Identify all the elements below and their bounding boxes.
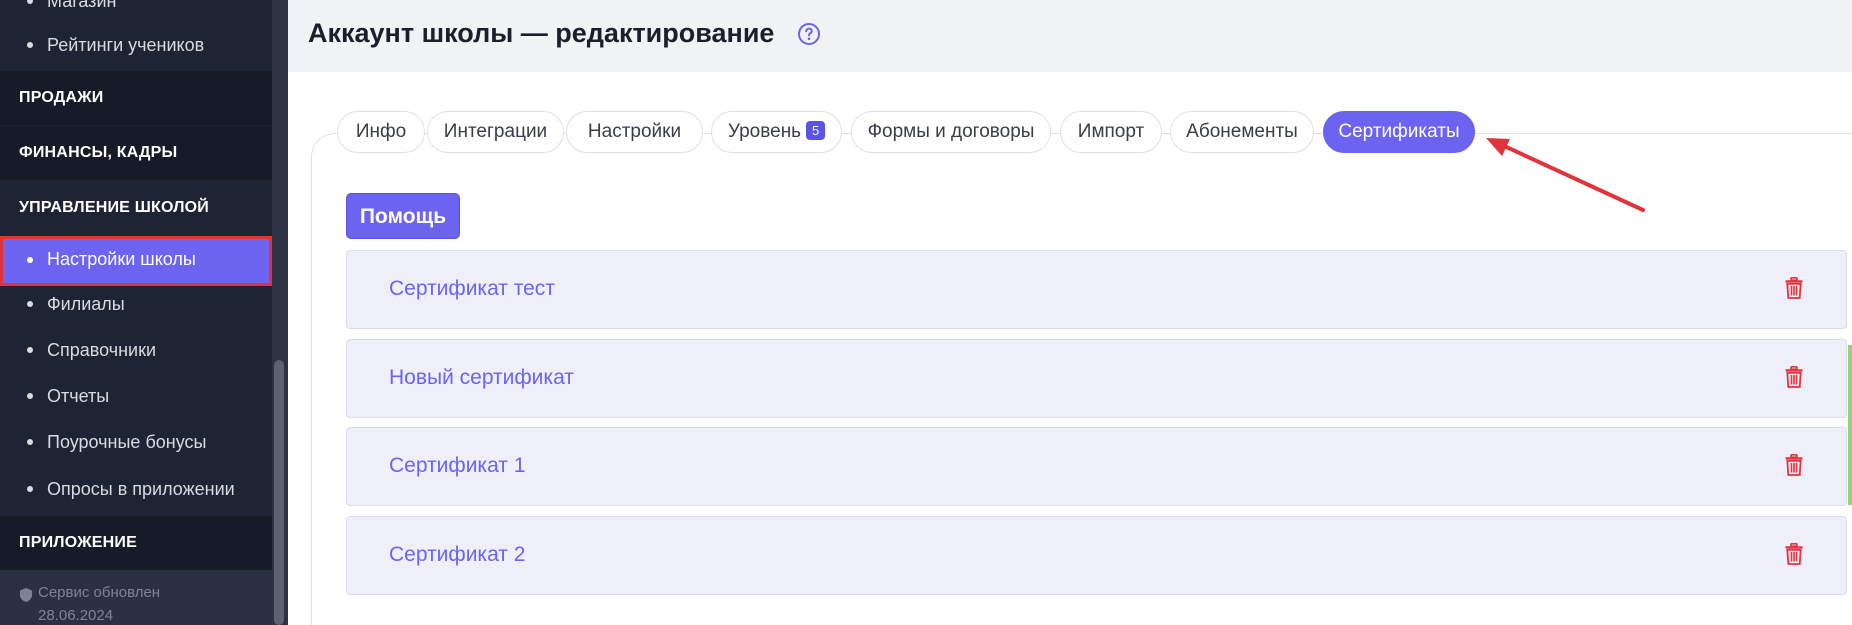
tab-label: Абонементы <box>1186 121 1298 142</box>
sidebar-item-school-settings[interactable]: Настройки школы <box>0 236 272 286</box>
tab-subscriptions[interactable]: Абонементы <box>1170 111 1314 153</box>
certificate-row[interactable]: Сертификат 2 <box>346 516 1847 595</box>
trash-icon[interactable] <box>1785 366 1803 388</box>
question-circle-icon[interactable] <box>797 22 821 46</box>
sidebar-item-label: Справочники <box>47 340 157 360</box>
sidebar-section-label: ПРИЛОЖЕНИЕ <box>19 534 137 551</box>
tab-label: Настройки <box>587 121 682 142</box>
tab-label: Сертификаты <box>1338 121 1460 142</box>
tab-label: Интеграции <box>443 121 548 142</box>
sidebar-section-sales[interactable]: ПРОДАЖИ <box>0 71 272 125</box>
tab-import[interactable]: Импорт <box>1060 111 1162 153</box>
certificate-name[interactable]: Сертификат 1 <box>389 454 525 478</box>
tab-label: Инфо <box>355 121 407 142</box>
sidebar-item-label: Настройки школы <box>47 249 196 269</box>
trash-icon[interactable] <box>1785 543 1803 565</box>
sidebar-item-shop[interactable]: Магазин <box>0 0 272 24</box>
tab-certificates[interactable]: Сертификаты <box>1323 111 1475 153</box>
tab-label: Формы и договоры <box>867 121 1035 142</box>
annotation-arrow-icon <box>1486 138 1645 212</box>
sidebar-section-label: ПРОДАЖИ <box>19 89 104 106</box>
sidebar-item-label: Опросы в приложении <box>47 479 235 499</box>
sidebar-item-app-surveys[interactable]: Опросы в приложении <box>0 466 272 512</box>
sidebar-section-label: ФИНАНСЫ, КАДРЫ <box>19 144 178 161</box>
bullet-icon <box>27 257 33 263</box>
certificate-row[interactable]: Новый сертификат <box>346 339 1847 418</box>
sidebar: Магазин Рейтинги учеников ПРОДАЖИ ФИНАНС… <box>0 0 288 625</box>
sidebar-section-label: УПРАВЛЕНИЕ ШКОЛОЙ <box>19 199 209 216</box>
level-badge: 5 <box>806 121 826 140</box>
sidebar-item-reports[interactable]: Отчеты <box>0 373 272 419</box>
sidebar-scrollbar-thumb[interactable] <box>274 360 284 625</box>
tab-settings[interactable]: Настройки <box>566 111 703 153</box>
bullet-icon <box>27 393 33 399</box>
right-edge-accent <box>1848 345 1852 505</box>
sidebar-item-label: Магазин <box>47 0 117 11</box>
bullet-icon <box>27 486 33 492</box>
service-update-note: Сервис обновлен 28.06.2024 <box>0 570 272 625</box>
bullet-icon <box>27 301 33 307</box>
bullet-icon <box>27 0 33 4</box>
sidebar-item-student-ratings[interactable]: Рейтинги учеников <box>0 22 272 68</box>
shield-icon <box>20 588 32 602</box>
service-update-date: 28.06.2024 <box>38 607 114 624</box>
tab-level[interactable]: Уровень 5 <box>711 111 842 153</box>
sidebar-item-label: Поурочные бонусы <box>47 432 207 452</box>
service-update-text: Сервис обновлен <box>38 584 161 601</box>
bullet-icon <box>27 42 33 48</box>
bullet-icon <box>27 439 33 445</box>
sidebar-item-lesson-bonuses[interactable]: Поурочные бонусы <box>0 419 272 465</box>
sidebar-item-label: Отчеты <box>47 386 110 406</box>
page-title: Аккаунт школы — редактирование <box>308 18 775 48</box>
certificate-row[interactable]: Сертификат тест <box>346 250 1847 329</box>
trash-icon[interactable] <box>1785 454 1803 476</box>
tab-info[interactable]: Инфо <box>337 111 425 153</box>
trash-icon[interactable] <box>1785 277 1803 299</box>
certificate-name[interactable]: Новый сертификат <box>389 366 574 390</box>
sidebar-section-school-management[interactable]: УПРАВЛЕНИЕ ШКОЛОЙ <box>0 181 272 235</box>
tab-label: Уровень <box>727 121 802 142</box>
help-button[interactable]: Помощь <box>346 193 460 239</box>
sidebar-section-app[interactable]: ПРИЛОЖЕНИЕ <box>0 516 272 570</box>
certificate-name[interactable]: Сертификат тест <box>389 277 555 301</box>
sidebar-item-branches[interactable]: Филиалы <box>0 281 272 327</box>
tab-label: Импорт <box>1077 121 1145 142</box>
certificate-name[interactable]: Сертификат 2 <box>389 543 525 567</box>
sidebar-item-label: Рейтинги учеников <box>47 35 205 55</box>
certificate-row[interactable]: Сертификат 1 <box>346 427 1847 506</box>
tab-integrations[interactable]: Интеграции <box>427 111 564 153</box>
bullet-icon <box>27 347 33 353</box>
sidebar-item-label: Филиалы <box>47 294 125 314</box>
sidebar-section-finance[interactable]: ФИНАНСЫ, КАДРЫ <box>0 126 272 180</box>
tab-forms-contracts[interactable]: Формы и договоры <box>851 111 1051 153</box>
sidebar-item-directories[interactable]: Справочники <box>0 327 272 373</box>
